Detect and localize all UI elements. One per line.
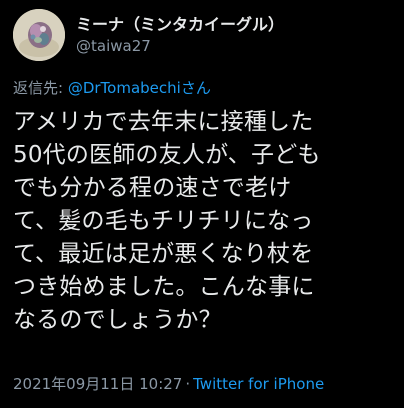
tweet-author[interactable]: ミーナ（ミンタカイーグル） @taiwa27 [13,9,284,61]
tweet-body: アメリカで去年末に接種した 50代の医師の友人が、子ども でも分かる程の速さで老… [13,106,395,337]
tweet-client-link[interactable]: Twitter for iPhone [193,375,324,393]
reply-prefix: 返信先: [13,79,68,97]
tweet-meta: 2021年09月11日 10:27 · Twitter for iPhone [13,374,324,394]
tweet-body-line: て、髪の毛もチリチリになっ [13,208,314,234]
meta-separator: · [185,375,191,393]
tweet-body-line: つき始めました。こんな事に [13,274,315,300]
tweet-body-line: でも分かる程の速さで老け [13,175,292,201]
author-names: ミーナ（ミンタカイーグル） @taiwa27 [76,14,284,56]
tweet-timestamp[interactable]: 2021年09月11日 10:27 [13,375,182,393]
tweet-body-line: なるのでしょうか？ [13,307,222,333]
tweet-body-line: て、最近は足が悪くなり杖を [13,241,314,267]
author-display-name[interactable]: ミーナ（ミンタカイーグル） [76,14,284,36]
reply-context: 返信先: @DrTomabechiさん [13,78,211,98]
tweet-body-line: アメリカで去年末に接種した [13,109,314,135]
tweet-body-line: 50代の医師の友人が、子ども [13,142,321,168]
reply-mention-link[interactable]: @DrTomabechi [68,79,181,97]
avatar[interactable] [13,9,65,61]
reply-suffix: さん [180,79,211,97]
tweet: ミーナ（ミンタカイーグル） @taiwa27 返信先: @DrTomabechi… [0,0,404,408]
author-handle[interactable]: @taiwa27 [76,36,284,56]
avatar-image [13,9,65,61]
